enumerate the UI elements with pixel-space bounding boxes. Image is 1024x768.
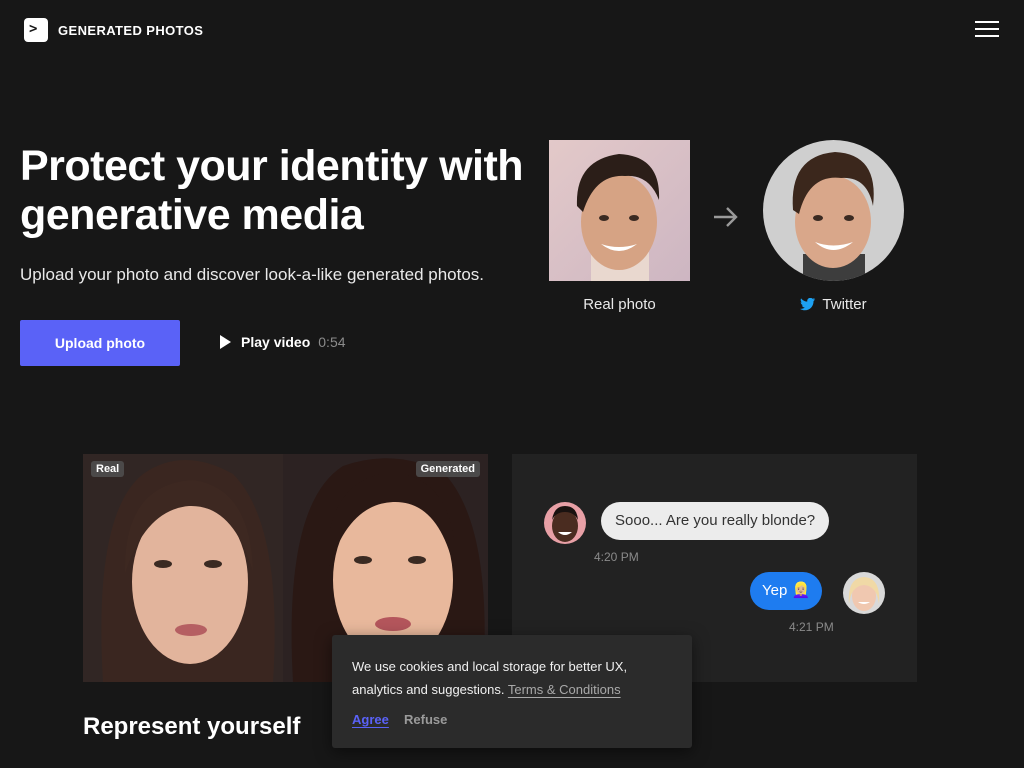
play-icon bbox=[220, 335, 231, 349]
arrow-right-icon bbox=[714, 207, 738, 227]
chat-message-incoming: Sooo... Are you really blonde? bbox=[601, 502, 830, 540]
real-photo-label: Real photo bbox=[583, 296, 656, 313]
video-duration: 0:54 bbox=[318, 334, 346, 350]
agree-button[interactable]: Agree bbox=[352, 712, 389, 727]
refuse-button[interactable]: Refuse bbox=[404, 712, 447, 727]
real-photo-image bbox=[549, 140, 690, 281]
generated-twitter-photo bbox=[763, 140, 904, 281]
site-header: > GENERATED PHOTOS bbox=[0, 0, 1024, 60]
upload-photo-button[interactable]: Upload photo bbox=[20, 320, 180, 366]
avatar bbox=[544, 502, 586, 544]
twitter-label: Twitter bbox=[763, 296, 904, 313]
cookie-banner: We use cookies and local storage for bet… bbox=[332, 635, 692, 748]
logo-text: GENERATED PHOTOS bbox=[58, 22, 204, 38]
chat-message-outgoing: Yep 👱🏼‍♀️ bbox=[750, 572, 823, 610]
cookie-text: We use cookies and local storage for bet… bbox=[352, 659, 628, 697]
generated-tag: Generated bbox=[415, 461, 480, 477]
play-video-button[interactable]: Play video 0:54 bbox=[220, 334, 346, 350]
logo-icon: > bbox=[24, 18, 48, 42]
hero-subtitle: Upload your photo and discover look-a-li… bbox=[20, 265, 485, 284]
terms-link[interactable]: Terms & Conditions bbox=[508, 682, 621, 697]
twitter-bird-icon bbox=[800, 297, 816, 310]
logo-link[interactable]: > GENERATED PHOTOS bbox=[24, 18, 203, 42]
chat-timestamp: 4:21 PM bbox=[789, 620, 834, 634]
avatar bbox=[843, 572, 885, 614]
play-video-label: Play video bbox=[241, 334, 311, 350]
real-tag: Real bbox=[91, 461, 125, 477]
section-heading: Represent yourself bbox=[83, 713, 301, 740]
hamburger-menu-icon[interactable] bbox=[975, 21, 999, 39]
chat-timestamp: 4:20 PM bbox=[594, 550, 639, 564]
hero-title: Protect your identity with generative me… bbox=[20, 142, 524, 239]
